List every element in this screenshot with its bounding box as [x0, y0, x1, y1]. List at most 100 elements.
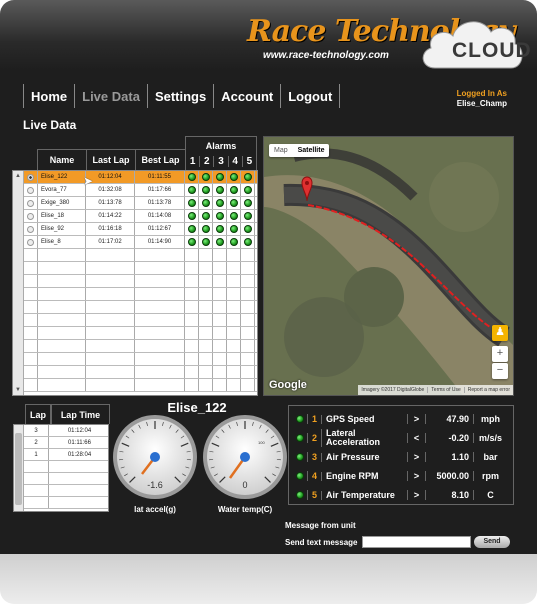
table-row[interactable]: Evora_77 01:32:08 01:17:66	[24, 184, 257, 197]
status-led-icon	[296, 472, 304, 480]
radio-icon[interactable]	[27, 225, 34, 233]
radio-icon[interactable]	[27, 173, 34, 181]
col-header-name[interactable]: Name	[37, 149, 87, 170]
table-row[interactable]: Elise_18 01:14:22 01:14:08	[24, 210, 257, 223]
col-header-last-lap[interactable]: Last Lap	[86, 149, 136, 170]
alarm-led-icon	[215, 173, 224, 181]
alarm-led-icon	[215, 199, 224, 207]
best-lap	[135, 327, 185, 339]
map-toggle-satellite[interactable]: Satellite	[293, 144, 330, 157]
best-lap	[135, 249, 185, 261]
lap-row[interactable]: 2 01:11:66	[24, 437, 108, 449]
row-radio[interactable]	[24, 184, 38, 196]
row-radio[interactable]	[24, 223, 38, 235]
radio-icon[interactable]	[27, 186, 34, 194]
lap-number: 3	[24, 425, 49, 436]
alarm-cell	[185, 171, 199, 183]
channel-unit: C	[473, 490, 507, 500]
last-lap	[86, 249, 135, 261]
alarm-cell	[199, 223, 213, 235]
alarm-num: 3	[213, 156, 227, 167]
alarm-cell	[227, 171, 241, 183]
alarm-cell	[213, 379, 227, 391]
alarm-led-icon	[229, 225, 238, 233]
row-radio	[24, 340, 38, 352]
lap-row	[24, 473, 108, 485]
radio-icon[interactable]	[27, 212, 34, 220]
lap-row	[24, 497, 108, 509]
scroll-down-icon[interactable]: ▼	[15, 387, 21, 393]
laps-scrollbar[interactable]	[14, 425, 24, 511]
channel-number: 5	[307, 490, 321, 500]
zoom-in-button[interactable]: +	[492, 346, 508, 362]
scroll-up-icon[interactable]: ▲	[15, 173, 21, 179]
alarm-cell	[185, 366, 199, 378]
alarm-cell	[185, 184, 199, 196]
alarm-cell	[241, 210, 255, 222]
nav-home[interactable]: Home	[23, 84, 74, 108]
driver-name	[38, 327, 86, 339]
alarm-cell	[227, 210, 241, 222]
row-radio[interactable]	[24, 171, 38, 183]
zoom-out-button[interactable]: −	[492, 363, 508, 379]
col-header-best-lap[interactable]: Best Lap	[135, 149, 186, 170]
table-row	[24, 314, 257, 327]
row-radio[interactable]	[24, 236, 38, 248]
alarm-cell	[185, 262, 199, 274]
channel-unit: mph	[473, 414, 507, 424]
driver-name: Elise_92	[38, 223, 86, 235]
last-lap	[86, 288, 135, 300]
best-lap: 01:17:66	[135, 184, 185, 196]
alarm-cell	[241, 379, 255, 391]
channel-number: 3	[307, 452, 321, 462]
logo-url: www.race-technology.com	[263, 50, 389, 61]
send-button[interactable]: Send	[474, 536, 510, 548]
nav-logout[interactable]: Logout	[280, 84, 341, 108]
laps-scroll-thumb[interactable]	[15, 433, 22, 505]
drivers-scrollbar[interactable]: ▲ ▼	[13, 171, 24, 395]
radio-icon[interactable]	[27, 199, 34, 207]
report-error-link[interactable]: Report a map error	[463, 387, 513, 393]
alarm-led-icon	[215, 212, 224, 220]
row-radio[interactable]	[24, 210, 38, 222]
lap-row[interactable]: 1 01:28:04	[24, 449, 108, 461]
driver-name	[38, 301, 86, 313]
track-map[interactable]: Map Satellite ♟ + − Google Imagery ©2017…	[263, 136, 514, 396]
alarm-cell	[185, 314, 199, 326]
login-status: Logged In As Elise_Champ	[457, 89, 507, 109]
alarm-cell	[185, 249, 199, 261]
driver-name	[38, 379, 86, 391]
radio-icon[interactable]	[27, 238, 34, 246]
nav-settings[interactable]: Settings	[146, 84, 213, 108]
row-radio	[24, 301, 38, 313]
pegman-icon[interactable]: ♟	[492, 325, 508, 341]
map-toggle-map[interactable]: Map	[269, 144, 293, 157]
alarm-cell	[199, 262, 213, 274]
nav-live-data[interactable]: Live Data	[74, 84, 147, 108]
alarm-cell	[213, 275, 227, 287]
mouse-cursor-icon: ➤	[83, 174, 94, 188]
driver-name	[38, 288, 86, 300]
alarm-led-icon	[229, 212, 238, 220]
table-row[interactable]: Elise_8 01:17:02 01:14:90	[24, 236, 257, 249]
alarm-cell	[185, 197, 199, 209]
lap-number	[24, 461, 49, 472]
row-radio	[24, 262, 38, 274]
send-text-input[interactable]	[362, 536, 471, 548]
driver-name: Exige_380	[38, 197, 86, 209]
row-radio[interactable]	[24, 197, 38, 209]
terms-link[interactable]: Terms of Use	[427, 387, 463, 393]
channel-led	[293, 472, 307, 480]
last-lap: 01:13:78	[86, 197, 135, 209]
table-row[interactable]: Elise_122 01:12:04 01:11:55	[24, 171, 257, 184]
lap-row[interactable]: 3 01:12:04	[24, 425, 108, 437]
table-row[interactable]: Elise_92 01:16:18 01:12:67	[24, 223, 257, 236]
alarm-cell	[241, 262, 255, 274]
alarm-cell	[241, 171, 255, 183]
last-lap: 01:14:22	[86, 210, 135, 222]
table-row	[24, 340, 257, 353]
alarm-cell	[213, 197, 227, 209]
table-row[interactable]: Exige_380 01:13:78 01:13:78	[24, 197, 257, 210]
nav-account[interactable]: Account	[213, 84, 280, 108]
alarm-cell	[227, 249, 241, 261]
